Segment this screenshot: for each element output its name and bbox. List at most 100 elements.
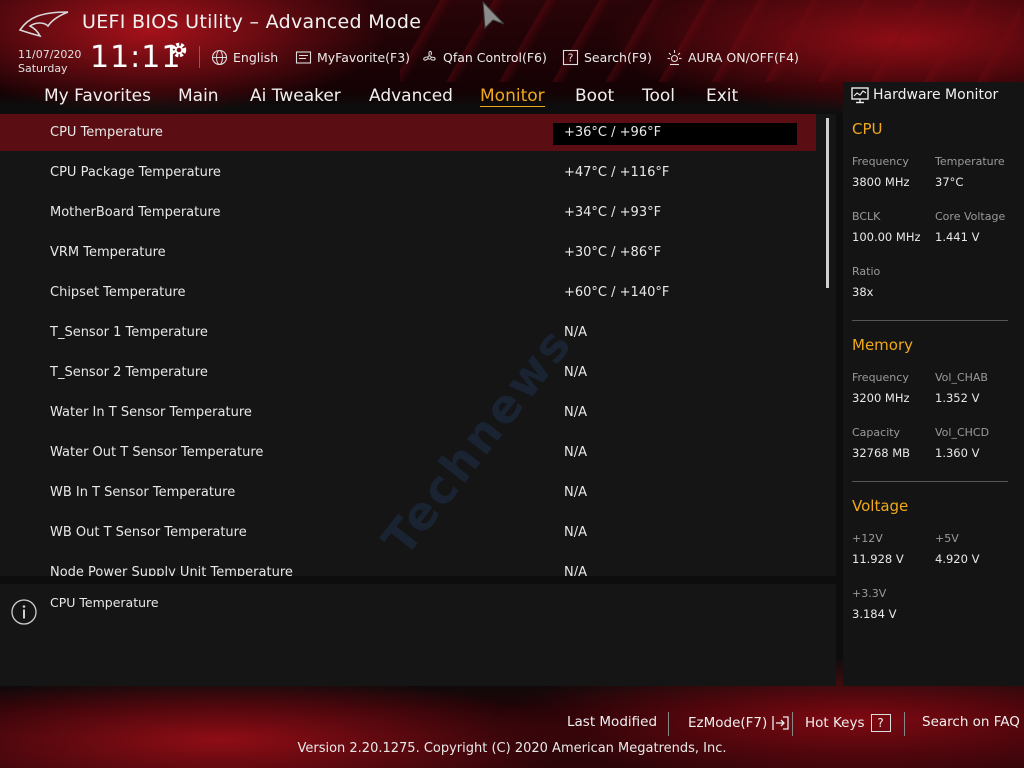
item-value: N/A (564, 485, 587, 500)
list-item[interactable]: Chipset Temperature +60°C / +140°F (0, 274, 816, 311)
list-item[interactable]: Water Out T Sensor Temperature N/A (0, 434, 816, 471)
item-value: +36°C / +96°F (553, 123, 797, 145)
item-label: T_Sensor 2 Temperature (50, 365, 208, 380)
qfan-control-button[interactable]: Qfan Control(F6) (421, 47, 547, 67)
v5-value: 4.920 V (935, 552, 980, 566)
item-label: T_Sensor 1 Temperature (50, 325, 208, 340)
cpu-heading: CPU (852, 120, 883, 138)
ratio-label: Ratio (852, 265, 881, 278)
item-value: N/A (564, 325, 587, 340)
date-text: 11/07/2020 (18, 48, 82, 61)
list-item[interactable]: WB In T Sensor Temperature N/A (0, 474, 816, 511)
hot-keys-button[interactable]: Hot Keys ? (805, 714, 891, 732)
aura-icon (667, 49, 682, 65)
search-label: Search(F9) (584, 49, 652, 65)
qfan-control-label: Qfan Control(F6) (443, 49, 547, 65)
tab-boot[interactable]: Boot (575, 86, 614, 106)
list-item[interactable]: Node Power Supply Unit Temperature N/A (0, 554, 816, 576)
copyright-text: Version 2.20.1275. Copyright (C) 2020 Am… (297, 741, 727, 756)
search-help-icon: ? (562, 49, 579, 65)
gear-icon[interactable] (169, 40, 189, 60)
item-value: N/A (564, 565, 587, 576)
capacity-label: Capacity (852, 426, 901, 439)
capacity-value: 32768 MB (852, 446, 911, 460)
hot-keys-label: Hot Keys (805, 715, 865, 731)
list-item[interactable]: CPU Package Temperature +47°C / +116°F (0, 154, 816, 191)
language-label: English (233, 49, 279, 65)
cpu-temperature-value: 37°C (935, 175, 964, 189)
bottom-bar: Last Modified EzMode(F7) Hot Keys ? Sear… (0, 690, 1024, 768)
item-label: Water In T Sensor Temperature (50, 405, 252, 420)
tab-advanced[interactable]: Advanced (369, 86, 453, 106)
vol-chcd-value: 1.360 V (935, 446, 980, 460)
divider (668, 712, 669, 736)
list-item[interactable]: Water In T Sensor Temperature N/A (0, 394, 816, 431)
vol-chab-value: 1.352 V (935, 391, 980, 405)
tab-ai-tweaker[interactable]: Ai Tweaker (250, 86, 341, 106)
language-button[interactable]: English (211, 47, 278, 67)
vol-chcd-label: Vol_CHCD (935, 426, 990, 439)
weekday-text: Saturday (18, 62, 68, 75)
mouse-pointer-icon (482, 0, 505, 30)
hardware-monitor-header: Hardware Monitor (851, 86, 998, 104)
divider (904, 712, 905, 736)
hardware-monitor-panel: Hardware Monitor CPU Frequency 3800 MHz … (843, 82, 1024, 686)
list-item[interactable]: T_Sensor 1 Temperature N/A (0, 314, 816, 351)
list-item[interactable]: MotherBoard Temperature +34°C / +93°F (0, 194, 816, 231)
v12-value: 11.928 V (852, 552, 904, 566)
item-label: WB Out T Sensor Temperature (50, 525, 247, 540)
list-item[interactable]: VRM Temperature +30°C / +86°F (0, 234, 816, 271)
date-display: 11/07/2020 Saturday (18, 48, 81, 76)
list-item[interactable]: CPU Temperature +36°C / +96°F (0, 114, 816, 151)
item-label: Node Power Supply Unit Temperature (50, 565, 293, 576)
memory-heading: Memory (852, 336, 914, 354)
scrollbar[interactable] (826, 118, 829, 288)
item-value: N/A (564, 365, 587, 380)
help-panel: CPU Temperature (0, 584, 836, 686)
fan-icon (423, 50, 436, 61)
divider (852, 481, 1008, 482)
item-value: N/A (564, 405, 587, 420)
v5-label: +5V (935, 532, 959, 545)
tab-main[interactable]: Main (178, 86, 219, 106)
myfavorite-label: MyFavorite(F3) (317, 49, 411, 65)
tab-tool[interactable]: Tool (642, 86, 675, 106)
item-value: N/A (564, 525, 587, 540)
vol-chab-label: Vol_CHAB (935, 371, 988, 384)
aura-button[interactable]: AURA ON/OFF(F4) (666, 47, 799, 67)
aura-label: AURA ON/OFF(F4) (688, 49, 799, 65)
main-menu: My Favorites Main Ai Tweaker Advanced Mo… (0, 82, 840, 112)
info-icon (11, 599, 37, 625)
clock[interactable]: 11:11 (90, 40, 181, 75)
bclk-label: BCLK (852, 210, 881, 223)
divider (199, 46, 200, 68)
tab-exit[interactable]: Exit (706, 86, 738, 106)
item-value: +30°C / +86°F (564, 245, 662, 260)
list-item[interactable]: WB Out T Sensor Temperature N/A (0, 514, 816, 551)
divider (852, 320, 1008, 321)
tab-my-favorites[interactable]: My Favorites (44, 86, 151, 106)
item-label: Chipset Temperature (50, 285, 186, 300)
last-modified-label: Last Modified (567, 714, 658, 730)
monitor-settings-list: Technews CPU Temperature +36°C / +96°F C… (0, 114, 836, 576)
last-modified-button[interactable]: Last Modified (567, 714, 657, 730)
v33-value: 3.184 V (852, 607, 897, 621)
tab-monitor[interactable]: Monitor (480, 86, 545, 107)
monitor-icon (851, 87, 869, 104)
v12-label: +12V (852, 532, 883, 545)
item-value: +60°C / +140°F (564, 285, 670, 300)
divider (792, 712, 793, 736)
myfavorite-button[interactable]: MyFavorite(F3) (295, 47, 410, 67)
item-value: +34°C / +93°F (564, 205, 662, 220)
memory-frequency-label: Frequency (852, 371, 909, 384)
item-label: WB In T Sensor Temperature (50, 485, 236, 500)
svg-text:?: ? (568, 51, 574, 64)
list-item[interactable]: T_Sensor 2 Temperature N/A (0, 354, 816, 391)
item-label: Water Out T Sensor Temperature (50, 445, 264, 460)
ezmode-button[interactable]: EzMode(F7) (688, 714, 791, 732)
item-value: N/A (564, 445, 587, 460)
item-label: CPU Package Temperature (50, 165, 221, 180)
search-button[interactable]: ? Search(F9) (562, 47, 652, 67)
v33-label: +3.3V (852, 587, 887, 600)
search-faq-button[interactable]: Search on FAQ (922, 714, 1020, 730)
